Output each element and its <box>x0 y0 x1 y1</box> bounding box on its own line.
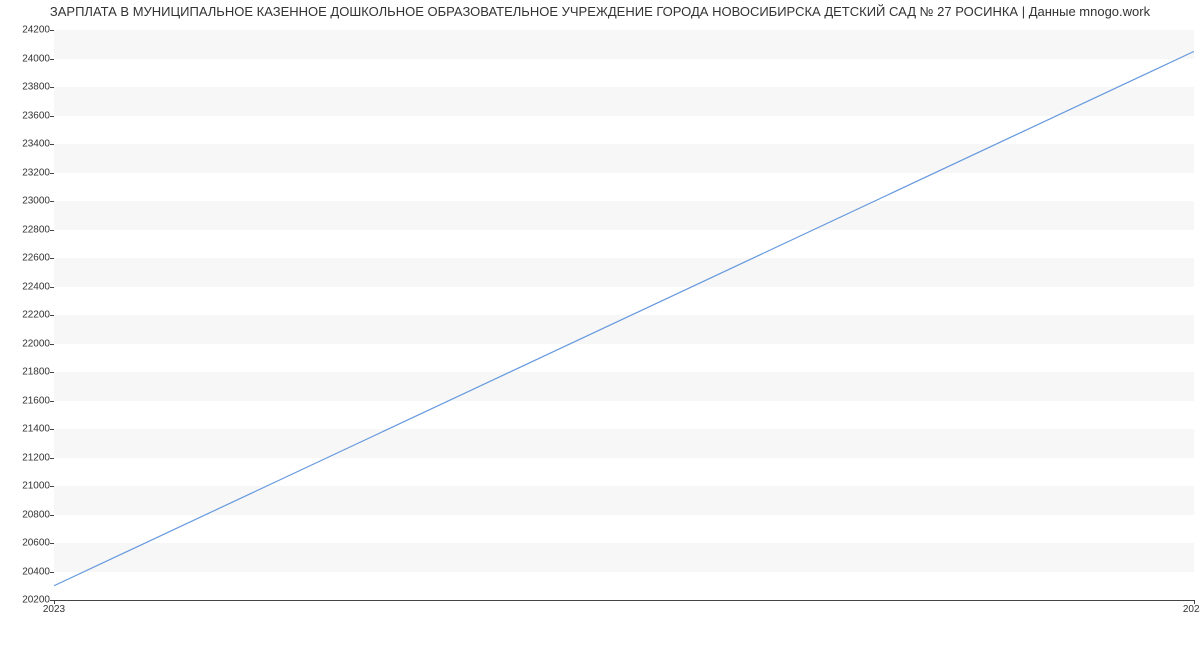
y-tick-mark <box>50 543 54 544</box>
y-tick-label: 21200 <box>0 452 50 463</box>
grid-band <box>54 344 1194 373</box>
y-tick-label: 20600 <box>0 538 50 549</box>
y-tick-label: 23600 <box>0 110 50 121</box>
grid-band <box>54 458 1194 487</box>
chart-plot-area <box>54 30 1194 600</box>
grid-band <box>54 173 1194 202</box>
y-tick-label: 23200 <box>0 167 50 178</box>
y-tick-label: 24000 <box>0 53 50 64</box>
y-tick-mark <box>50 59 54 60</box>
y-tick-label: 23000 <box>0 196 50 207</box>
y-tick-label: 20800 <box>0 509 50 520</box>
y-tick-mark <box>50 572 54 573</box>
y-tick-label: 23400 <box>0 139 50 150</box>
y-tick-mark <box>50 287 54 288</box>
y-tick-mark <box>50 201 54 202</box>
y-tick-mark <box>50 258 54 259</box>
grid-band <box>54 230 1194 259</box>
grid-band <box>54 401 1194 430</box>
chart-title: ЗАРПЛАТА В МУНИЦИПАЛЬНОЕ КАЗЕННОЕ ДОШКОЛ… <box>0 4 1200 19</box>
grid-band <box>54 287 1194 316</box>
y-tick-mark <box>50 173 54 174</box>
y-tick-mark <box>50 116 54 117</box>
y-tick-label: 20400 <box>0 566 50 577</box>
x-axis-line <box>54 600 1194 601</box>
y-tick-mark <box>50 486 54 487</box>
y-tick-label: 21600 <box>0 395 50 406</box>
y-tick-label: 24200 <box>0 25 50 36</box>
y-tick-mark <box>50 344 54 345</box>
grid-band <box>54 572 1194 601</box>
y-tick-mark <box>50 315 54 316</box>
grid-band <box>54 515 1194 544</box>
y-tick-label: 22000 <box>0 338 50 349</box>
grid-band <box>54 116 1194 145</box>
y-tick-label: 22600 <box>0 253 50 264</box>
y-tick-mark <box>50 372 54 373</box>
y-tick-label: 22200 <box>0 310 50 321</box>
y-tick-mark <box>50 515 54 516</box>
y-tick-mark <box>50 401 54 402</box>
y-tick-label: 22800 <box>0 224 50 235</box>
y-tick-mark <box>50 30 54 31</box>
y-tick-label: 21800 <box>0 367 50 378</box>
y-tick-label: 22400 <box>0 281 50 292</box>
y-tick-mark <box>50 230 54 231</box>
y-tick-mark <box>50 87 54 88</box>
y-tick-mark <box>50 144 54 145</box>
x-tick-label: 2024 <box>1183 604 1200 615</box>
y-tick-label: 23800 <box>0 82 50 93</box>
grid-band <box>54 59 1194 88</box>
y-tick-mark <box>50 429 54 430</box>
y-tick-mark <box>50 458 54 459</box>
x-tick-label: 2023 <box>43 604 65 615</box>
y-tick-label: 21000 <box>0 481 50 492</box>
y-tick-label: 21400 <box>0 424 50 435</box>
